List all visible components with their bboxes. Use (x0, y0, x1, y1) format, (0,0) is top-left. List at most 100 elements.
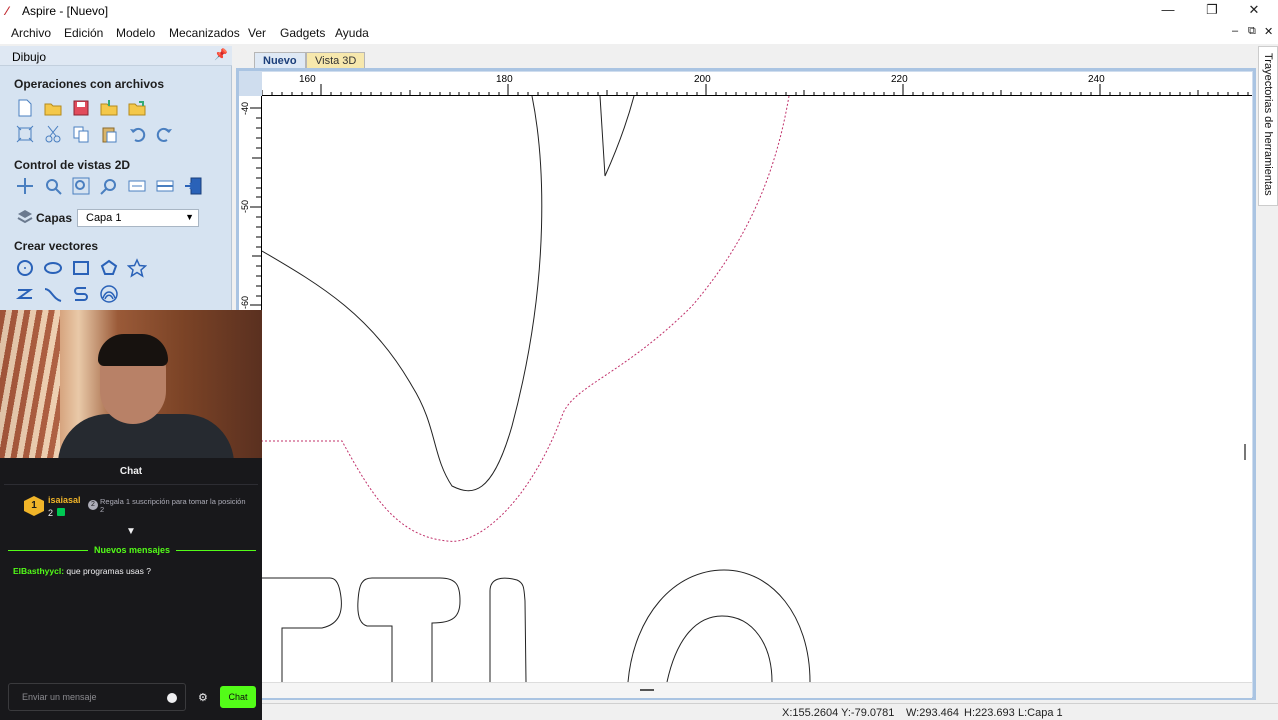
paste-icon[interactable] (99, 124, 119, 144)
ruler-tick-label: 180 (496, 74, 513, 85)
info-icon: 2 (88, 500, 98, 510)
fit-page-icon[interactable] (183, 176, 203, 196)
webcam-background (0, 310, 60, 458)
title-bar: ⁄ Aspire - [Nuevo] — ❐ ✕ (0, 0, 1278, 22)
layers-icon (15, 207, 35, 227)
restore-button[interactable]: ❐ (1190, 0, 1234, 22)
ruler-tick-label: 200 (694, 74, 711, 85)
view-tabs: Nuevo Vista 3D (234, 50, 1254, 70)
star-tool-icon[interactable] (127, 258, 147, 278)
chat-message: ElBasthyycl: que programas usas ? (13, 566, 151, 576)
layer-select[interactable]: Capa 1 ▼ (77, 209, 199, 227)
zoom-in-icon[interactable] (43, 176, 63, 196)
minimize-button[interactable]: — (1146, 0, 1190, 22)
circle-tool-icon[interactable] (15, 258, 35, 278)
menu-gadgets[interactable]: Gadgets (280, 26, 325, 40)
panel-title: Dibujo (12, 50, 47, 64)
chat-input[interactable]: Enviar un mensaje (8, 683, 186, 711)
vector-teardrop (262, 96, 543, 492)
vector-letter-o-outer (627, 569, 811, 682)
top-gifter-count: 2 (48, 508, 54, 518)
rank-badge-icon: 1 (24, 496, 44, 516)
ruler-tick-label: -40 (240, 102, 250, 116)
zoom-selection-icon[interactable] (127, 176, 147, 196)
menu-bar: Archivo Edición Modelo Mecanizados Ver G… (0, 22, 1278, 44)
menu-mecanizados[interactable]: Mecanizados (169, 26, 240, 40)
drawing-panel: Dibujo 📌 Operaciones con archivos Contro… (0, 46, 232, 310)
open-folder-icon[interactable] (43, 98, 63, 118)
chat-title: Chat (119, 466, 143, 477)
zoom-window-icon[interactable] (71, 176, 91, 196)
ruler-horizontal: 160 180 200 220 240 (262, 72, 1252, 96)
section-2d-view-control: Control de vistas 2D (14, 158, 131, 172)
menu-edicion[interactable]: Edición (64, 26, 103, 40)
vector-letter-o-inner (666, 615, 773, 682)
toolpaths-panel-tab[interactable]: Trayectorias de herramientas (1258, 46, 1278, 206)
webcam-overlay (0, 310, 262, 458)
gear-icon[interactable]: ⚙ (198, 691, 208, 704)
chevron-down-icon: ▼ (185, 212, 194, 222)
vector-letter (262, 577, 342, 682)
new-file-icon[interactable] (15, 98, 35, 118)
chat-input-placeholder: Enviar un mensaje (22, 692, 97, 702)
import-folder-icon[interactable] (99, 98, 119, 118)
gift-promo-text: Regala 1 suscripción para tomar la posic… (100, 497, 246, 514)
cut-icon[interactable] (43, 124, 63, 144)
text-tool-icon[interactable] (71, 284, 91, 304)
status-coordinates: X:155.2604 Y:-79.0781 (782, 707, 895, 719)
zoom-material-icon[interactable] (155, 176, 175, 196)
menu-ver[interactable]: Ver (248, 26, 266, 40)
chat-divider (4, 484, 258, 485)
polygon-tool-icon[interactable] (99, 258, 119, 278)
scrollbar-grip[interactable] (640, 689, 654, 691)
expand-icon[interactable]: ▼ (126, 526, 138, 537)
status-width: W:293.464 (906, 707, 960, 719)
toolpaths-panel-label: Trayectorias de herramientas (1262, 53, 1274, 196)
mdi-close-button[interactable]: ✕ (1264, 25, 1273, 38)
pan-icon[interactable] (15, 176, 35, 196)
new-messages-label: Nuevos mensajes (93, 545, 171, 555)
window-title: Aspire - [Nuevo] (22, 4, 109, 18)
chat-message-user[interactable]: ElBasthyycl: (13, 566, 64, 576)
webcam-person-hair (98, 334, 168, 366)
export-folder-icon[interactable] (127, 98, 147, 118)
ruler-tick-label: 220 (891, 74, 908, 85)
zoom-out-icon[interactable] (99, 176, 119, 196)
status-layer: L:Capa 1 (1018, 707, 1063, 719)
horizontal-scrollbar[interactable] (262, 682, 1252, 698)
mdi-minimize-button[interactable]: ‒ (1232, 25, 1238, 37)
chat-send-button[interactable]: Chat (220, 686, 256, 708)
ellipse-tool-icon[interactable] (43, 258, 63, 278)
fit-view-icon[interactable] (15, 124, 35, 144)
chat-message-text: que programas usas ? (66, 566, 151, 576)
menu-archivo[interactable]: Archivo (11, 26, 51, 40)
curve-tool-icon[interactable] (43, 284, 63, 304)
copy-icon[interactable] (71, 124, 91, 144)
stream-chat: Chat 1 isaiasal 2 2 Regala 1 suscripción… (0, 458, 262, 720)
save-icon[interactable] (71, 98, 91, 118)
ruler-tick-label: -50 (240, 200, 250, 214)
vector-small-point (599, 96, 635, 177)
menu-ayuda[interactable]: Ayuda (335, 26, 369, 40)
drawing-canvas[interactable] (262, 96, 1252, 682)
section-file-operations: Operaciones con archivos (14, 77, 165, 91)
polyline-tool-icon[interactable] (15, 284, 35, 304)
app-icon: ⁄ (6, 4, 9, 18)
panel-header: Dibujo 📌 (0, 46, 232, 66)
top-gifter-name[interactable]: isaiasal (48, 495, 81, 505)
status-height: H:223.693 (964, 707, 1015, 719)
redo-icon[interactable] (155, 124, 175, 144)
layers-label: Capas (36, 211, 73, 225)
mdi-restore-button[interactable]: ⧉ (1248, 25, 1256, 38)
vertical-scroll-grip[interactable] (1244, 444, 1246, 460)
emoji-icon[interactable] (167, 693, 177, 703)
vector-letter (489, 577, 527, 682)
pin-icon[interactable]: 📌 (214, 48, 228, 61)
gift-icon (57, 508, 65, 516)
close-button[interactable]: ✕ (1232, 0, 1276, 22)
spiral-tool-icon[interactable] (99, 284, 119, 304)
undo-icon[interactable] (127, 124, 147, 144)
vector-dashed-offset (262, 96, 790, 542)
menu-modelo[interactable]: Modelo (116, 26, 155, 40)
rectangle-tool-icon[interactable] (71, 258, 91, 278)
